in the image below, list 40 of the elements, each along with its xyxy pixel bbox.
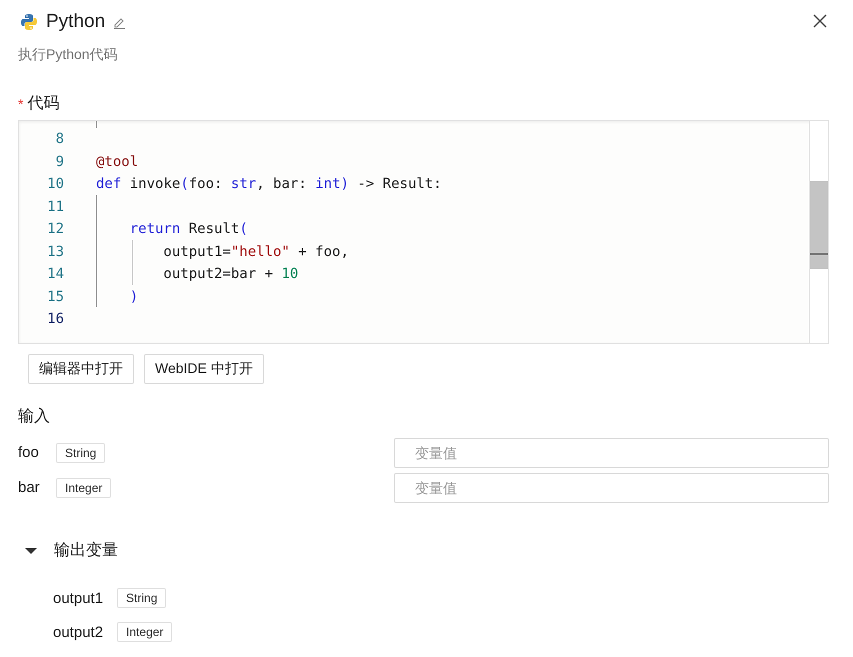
code-line: return Result(: [128, 221, 248, 238]
close-icon: [813, 14, 827, 28]
line-number: 11: [46, 198, 65, 215]
code-line: def invoke(foo: str, bar: int) -> Result:: [96, 176, 442, 192]
variable-value-field[interactable]: 变量值: [394, 472, 829, 502]
input-section-label: 输入: [18, 408, 50, 425]
output-variable-name: output2: [53, 624, 104, 640]
close-button[interactable]: [813, 14, 827, 28]
python-logo-icon: [20, 13, 38, 31]
line-number: 15: [46, 288, 65, 305]
collapse-caret[interactable]: [25, 548, 37, 554]
code-line: ): [128, 288, 138, 305]
variable-value-field[interactable]: 变量值: [394, 438, 829, 468]
open-editor-button[interactable]: WebIDE 中打开: [144, 354, 264, 384]
node-description: 执行Python代码: [18, 46, 118, 62]
output-section-label: 输出变量: [54, 540, 118, 561]
code-line: output1="hello" + foo,: [162, 244, 349, 260]
code-line: @tool: [96, 154, 138, 170]
output-variable-name: output1: [53, 590, 104, 606]
line-number: 14: [46, 266, 65, 282]
line-number: 13: [46, 244, 65, 260]
line-number: 9: [54, 154, 65, 170]
caret-down-icon: [25, 548, 37, 554]
required-asterisk: *: [18, 96, 24, 112]
line-number: 10: [46, 176, 65, 192]
type-tag: String: [117, 588, 166, 608]
line-number: 12: [46, 221, 65, 238]
type-tag: Integer: [56, 478, 112, 498]
code-line: output2=bar + 10: [162, 266, 298, 282]
node-title: Python: [46, 11, 106, 33]
line-number: 8: [54, 131, 65, 148]
type-tag: String: [56, 442, 106, 462]
code-label: 代码: [27, 94, 60, 114]
edit-pencil-icon[interactable]: [113, 16, 126, 28]
open-editor-button[interactable]: 编辑器中打开: [28, 354, 134, 384]
variable-name: foo: [18, 444, 40, 461]
line-number: 16: [46, 311, 65, 328]
type-tag: Integer: [117, 622, 172, 642]
variable-name: bar: [18, 479, 41, 496]
scrollbar-thumb[interactable]: [810, 181, 828, 269]
